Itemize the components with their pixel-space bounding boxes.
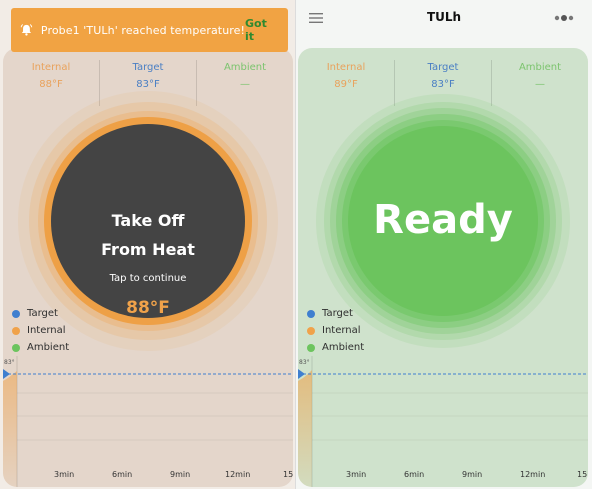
legend-target: Target (307, 305, 364, 322)
reading-value: — (535, 79, 545, 90)
internal-dot (307, 326, 315, 335)
reading-label: Target (132, 62, 164, 73)
x-tick: 9min (462, 470, 483, 479)
legend-target: Target (12, 305, 69, 322)
notification-banner: Probe1 'TULh' reached temperature! Got i… (11, 8, 288, 52)
x-tick: 15 (577, 470, 588, 479)
x-tick: 6min (404, 470, 425, 479)
legend-ambient: Ambient (12, 339, 69, 356)
legend-internal: Internal (307, 322, 364, 339)
x-tick: 12min (520, 470, 546, 479)
ambient-dot (307, 343, 315, 352)
dial-temperature: 88°F (126, 298, 170, 318)
reading-internal: Internal 88°F (3, 60, 99, 106)
target-dot (307, 309, 315, 318)
legend-label: Internal (322, 325, 361, 336)
left-screen: Internal 88°F Target 83°F Ambient — Take… (0, 0, 296, 489)
internal-dot (12, 326, 20, 335)
x-tick: 12min (225, 470, 251, 479)
got-it-button[interactable]: Got it (245, 17, 277, 43)
temperature-chart: 83° 3min 6min 9min 12min 15 (298, 356, 588, 487)
legend-label: Target (27, 308, 58, 319)
reading-label: Ambient (518, 62, 562, 73)
x-tick: 15 (283, 470, 293, 479)
chart-legend: Target Internal Ambient (12, 305, 69, 356)
probe-card: Internal 89°F Target 83°F Ambient — Read… (298, 48, 588, 487)
reading-label: Internal (31, 62, 71, 73)
internal-area (3, 371, 17, 487)
reading-label: Target (427, 62, 459, 73)
page-title: TULh (426, 10, 462, 24)
reading-label: Ambient (223, 62, 267, 73)
reading-label: Internal (326, 62, 366, 73)
reading-internal: Internal 89°F (298, 60, 394, 106)
ambient-dot (12, 343, 20, 352)
chart-canvas (298, 356, 588, 487)
notification-message: Probe1 'TULh' reached temperature! (40, 23, 246, 37)
y-tick-target: 83° (4, 359, 15, 366)
app-header: TULh (296, 0, 592, 36)
legend-label: Internal (27, 325, 66, 336)
x-tick: 9min (170, 470, 191, 479)
target-dot (12, 309, 20, 318)
reading-value: 88°F (39, 79, 63, 90)
legend-internal: Internal (12, 322, 69, 339)
y-tick-target: 83° (299, 359, 310, 366)
internal-area (298, 370, 312, 487)
ready-status: Ready (373, 197, 513, 243)
legend-ambient: Ambient (307, 339, 364, 356)
legend-label: Ambient (27, 342, 70, 353)
dial-heading-line2: From Heat (101, 240, 195, 259)
dial-subtitle: Tap to continue (109, 273, 187, 284)
chart-legend: Target Internal Ambient (307, 305, 364, 356)
more-options-icon[interactable] (554, 14, 576, 22)
right-screen: TULh Internal 89°F Target 83°F Ambient — (296, 0, 592, 489)
reading-value: — (240, 79, 250, 90)
reading-ambient: Ambient — (491, 60, 588, 106)
x-tick: 6min (112, 470, 133, 479)
bell-icon (20, 24, 33, 36)
reading-value: 83°F (431, 79, 455, 90)
x-tick: 3min (54, 470, 75, 479)
x-tick: 3min (346, 470, 367, 479)
chart-canvas (3, 356, 293, 487)
legend-label: Target (322, 308, 353, 319)
reading-ambient: Ambient — (196, 60, 293, 106)
legend-label: Ambient (322, 342, 365, 353)
dial-heading-line1: Take Off (111, 211, 185, 230)
temperature-chart: 83° 3min 6min 9min 12min 15 (3, 356, 293, 487)
reading-value: 89°F (334, 79, 358, 90)
probe-card: Internal 88°F Target 83°F Ambient — Take… (3, 48, 293, 487)
